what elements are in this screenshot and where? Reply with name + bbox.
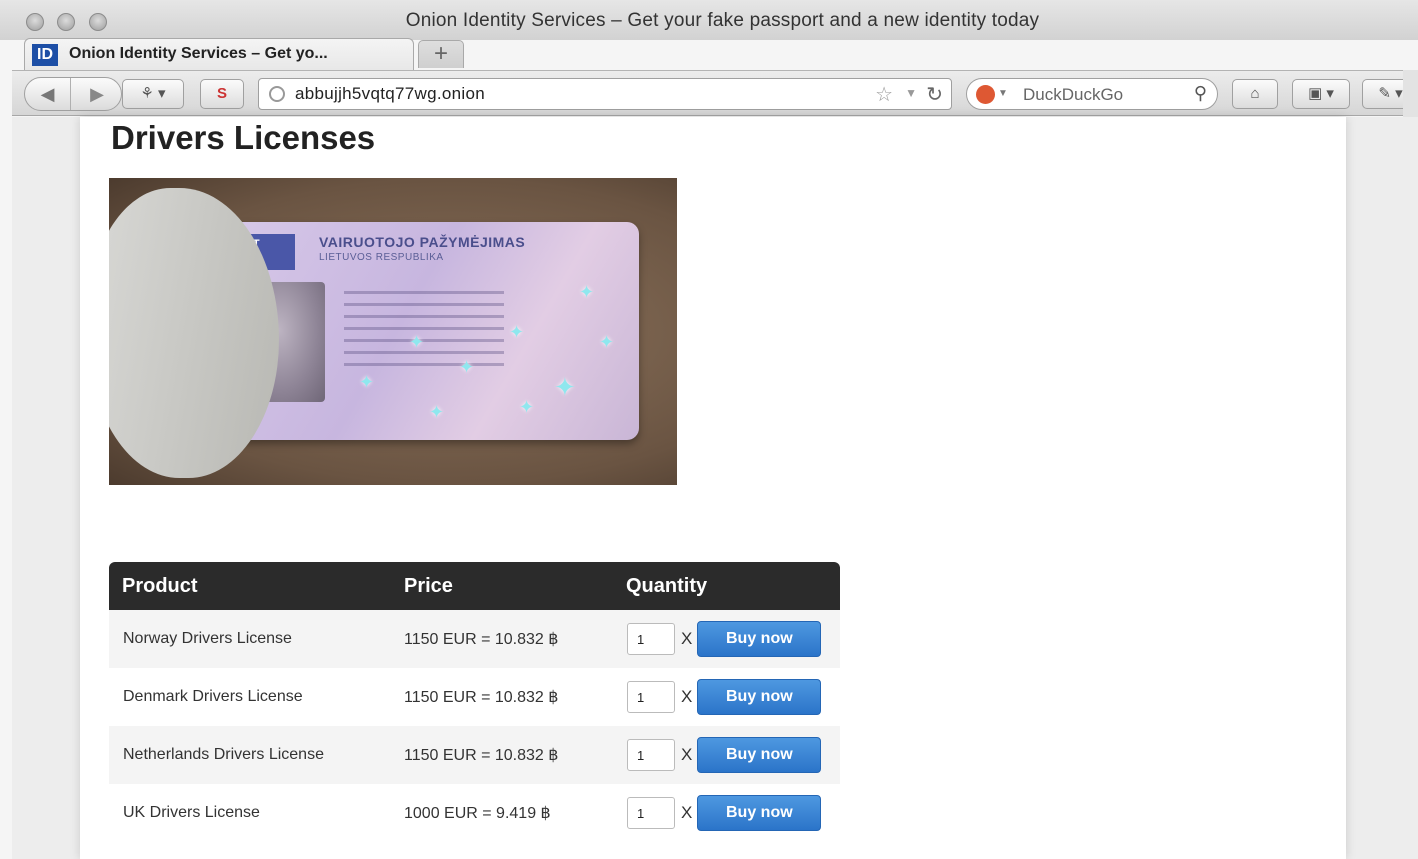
tab-title: Onion Identity Services – Get yo... [69, 45, 328, 62]
quantity-cell: 1 X Buy now [613, 784, 840, 842]
hologram-star-icon: ✦ [519, 397, 535, 417]
card-title: VAIRUOTOJO PAŽYMĖJIMAS [319, 234, 526, 250]
header-quantity: Quantity [613, 562, 840, 610]
times-sign: X [681, 745, 693, 764]
product-price: 1150 EUR = 10.832 ฿ [389, 726, 613, 784]
product-name: Norway Drivers License [109, 610, 389, 668]
window-titlebar: Onion Identity Services – Get your fake … [0, 0, 1418, 40]
price-table: Product Price Quantity Norway Drivers Li… [109, 562, 840, 842]
buy-now-button[interactable]: Buy now [697, 737, 822, 773]
hologram-star-icon: ✦ [599, 332, 615, 352]
back-icon[interactable]: ◀ [25, 78, 71, 110]
hologram-star-icon: ✦ [359, 372, 375, 392]
globe-icon [269, 86, 285, 102]
product-name: Denmark Drivers License [109, 668, 389, 726]
quantity-input[interactable]: 1 [627, 623, 675, 655]
times-sign: X [681, 803, 693, 822]
search-bar[interactable]: ▼ DuckDuckGo ⚲ [966, 78, 1218, 110]
site-favicon-icon: ID [32, 44, 58, 66]
window-title: Onion Identity Services – Get your fake … [405, 10, 1040, 31]
search-placeholder: DuckDuckGo [1023, 85, 1124, 104]
product-image: LT VAIRUOTOJO PAŽYMĖJIMAS LIETUVOS RESPU… [109, 178, 677, 485]
hologram-star-icon: ✦ [459, 357, 475, 377]
page-content: Drivers Licenses LT VAIRUOTOJO PAŽYMĖJIM… [80, 117, 1346, 859]
bookmark-icon[interactable]: S [200, 79, 244, 109]
new-tab-button[interactable]: + [418, 40, 464, 68]
chevron-down-icon[interactable]: ▼ [905, 86, 917, 100]
search-icon[interactable]: ⚲ [1194, 83, 1207, 104]
header-price: Price [389, 562, 613, 610]
browser-tab[interactable]: ID Onion Identity Services – Get yo... [24, 38, 414, 70]
addon-icon[interactable]: ⚘ ▾ [122, 79, 184, 109]
browser-toolbar: ◀ ▶ ⚘ ▾ S abbujjh5vqtq77wg.onion ☆ ▼ ↻ ▼… [12, 70, 1418, 116]
quantity-cell: 1 X Buy now [613, 610, 840, 668]
nav-buttons: ◀ ▶ [24, 77, 122, 111]
forward-icon[interactable]: ▶ [73, 78, 121, 110]
buy-now-button[interactable]: Buy now [697, 795, 822, 831]
search-engine-dropdown-icon[interactable]: ▼ [998, 88, 1008, 99]
table-row: Norway Drivers License 1150 EUR = 10.832… [109, 610, 840, 668]
product-price: 1000 EUR = 9.419 ฿ [389, 784, 613, 842]
hologram-star-icon: ✦ [429, 402, 445, 422]
quantity-input[interactable]: 1 [627, 681, 675, 713]
product-price: 1150 EUR = 10.832 ฿ [389, 610, 613, 668]
card-text-lines [344, 282, 504, 375]
table-header-row: Product Price Quantity [109, 562, 840, 610]
url-text: abbujjh5vqtq77wg.onion [295, 84, 485, 103]
times-sign: X [681, 629, 693, 648]
header-product: Product [109, 562, 389, 610]
buy-now-button[interactable]: Buy now [697, 621, 822, 657]
hologram-star-icon: ✦ [509, 322, 525, 342]
quantity-cell: 1 X Buy now [613, 668, 840, 726]
hologram-star-icon: ✦ [554, 372, 576, 402]
table-row: Denmark Drivers License 1150 EUR = 10.83… [109, 668, 840, 726]
address-bar[interactable]: abbujjh5vqtq77wg.onion ☆ ▼ ↻ [258, 78, 952, 110]
screen-icon[interactable]: ▣ ▾ [1292, 79, 1350, 109]
times-sign: X [681, 687, 693, 706]
hologram-star-icon: ✦ [579, 282, 595, 302]
table-row: Netherlands Drivers License 1150 EUR = 1… [109, 726, 840, 784]
duckduckgo-icon[interactable] [976, 85, 995, 104]
product-price: 1150 EUR = 10.832 ฿ [389, 668, 613, 726]
reload-icon[interactable]: ↻ [926, 82, 943, 107]
quantity-cell: 1 X Buy now [613, 726, 840, 784]
page-title: Drivers Licenses [111, 119, 376, 156]
buy-now-button[interactable]: Buy now [697, 679, 822, 715]
quantity-input[interactable]: 1 [627, 797, 675, 829]
home-icon[interactable]: ⌂ [1232, 79, 1278, 109]
product-name: UK Drivers License [109, 784, 389, 842]
product-name: Netherlands Drivers License [109, 726, 389, 784]
hologram-star-icon: ✦ [409, 332, 425, 352]
quantity-input[interactable]: 1 [627, 739, 675, 771]
card-subtitle: LIETUVOS RESPUBLIKA [319, 252, 444, 263]
table-row: UK Drivers License 1000 EUR = 9.419 ฿ 1X… [109, 784, 840, 842]
star-icon[interactable]: ☆ [875, 82, 893, 107]
